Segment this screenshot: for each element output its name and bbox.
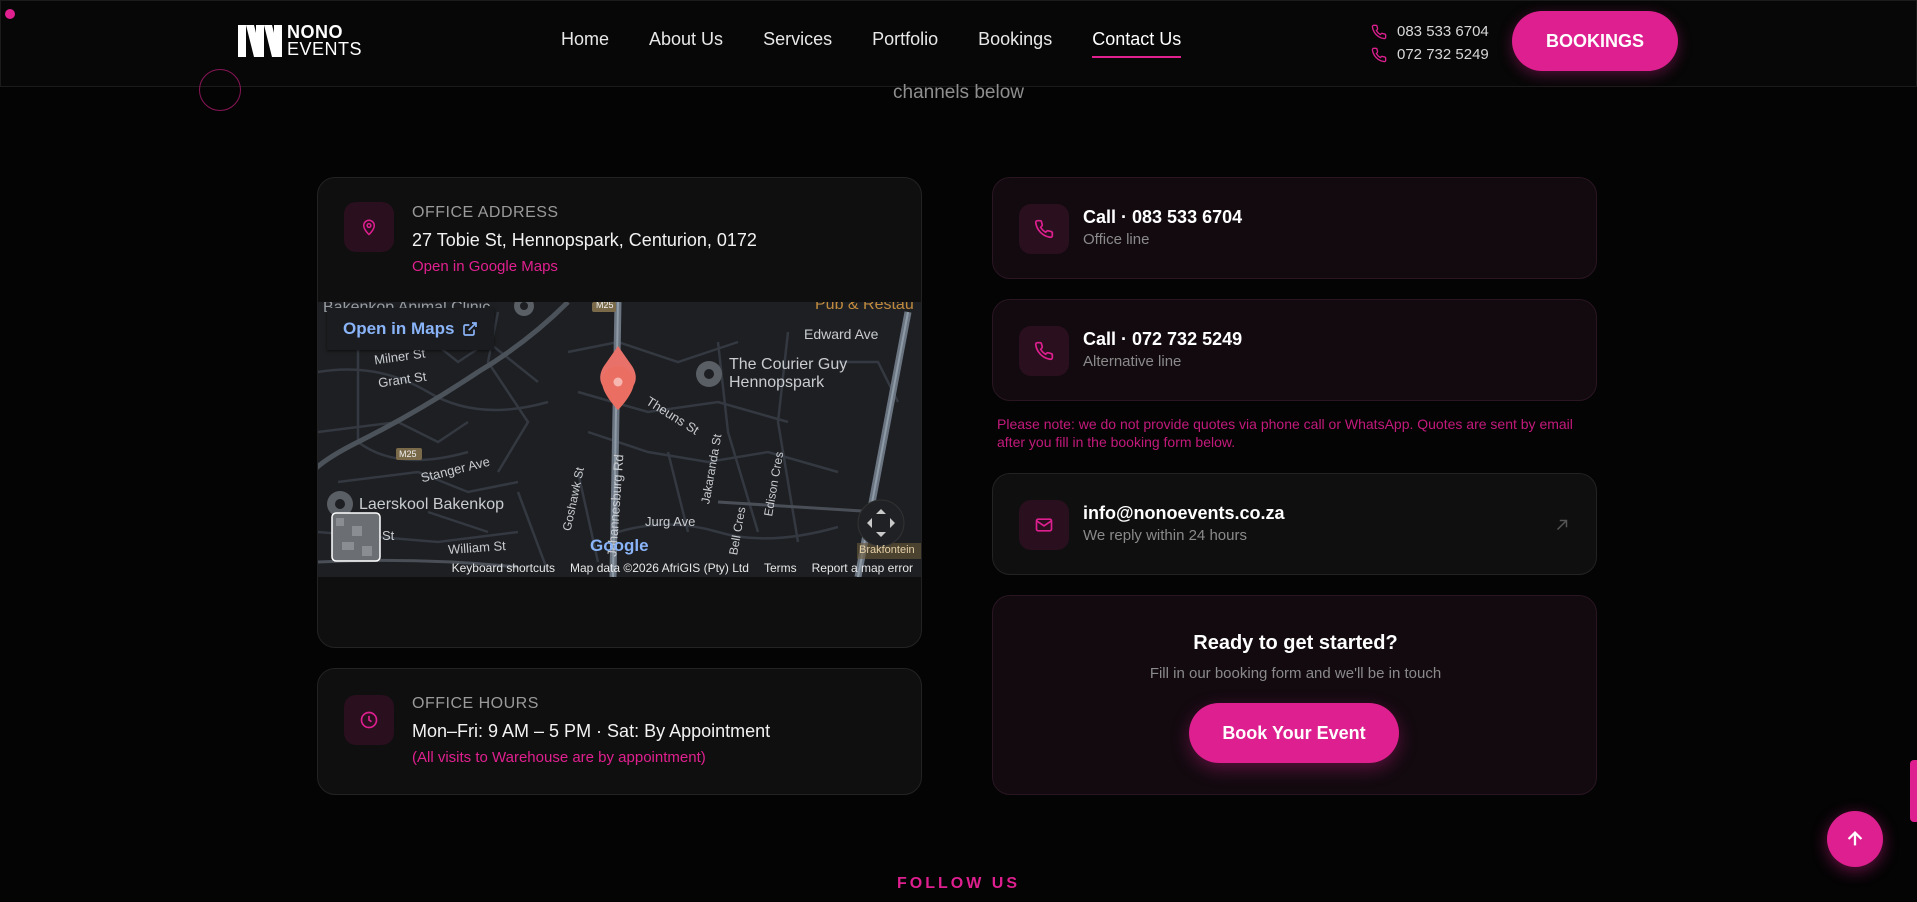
- call-card-office-title: Call · 083 533 6704: [1083, 207, 1243, 227]
- get-started-sub: Fill in our booking form and we'll be in…: [1149, 665, 1442, 682]
- open-in-maps-label: Open in Maps: [343, 319, 455, 338]
- call-card-office[interactable]: Call · 083 533 6704 Office line: [992, 177, 1597, 279]
- phone-icon: [1371, 24, 1387, 39]
- site-logo[interactable]: NONO EVENTS: [237, 21, 367, 61]
- header-phone-1[interactable]: 083 533 6704: [1371, 20, 1489, 43]
- map-label-m25-left: M25: [399, 449, 417, 459]
- header-phone-2-text: 072 732 5249: [1397, 46, 1489, 63]
- office-hours-value: Mon–Fri: 9 AM – 5 PM · Sat: By Appointme…: [412, 721, 771, 741]
- main-nav: Home About Us Services Portfolio Booking…: [561, 29, 1182, 58]
- call-card-alternative[interactable]: Call · 072 732 5249 Alternative line: [992, 299, 1597, 401]
- cursor-dot: [5, 9, 15, 19]
- header-bookings-button[interactable]: BOOKINGS: [1512, 11, 1678, 71]
- quote-notice: Please note: we do not provide quotes vi…: [997, 416, 1573, 450]
- email-card-sub: We reply within 24 hours: [1083, 527, 1247, 544]
- map-report-error-link[interactable]: Report a map error: [812, 561, 913, 575]
- open-in-maps-button[interactable]: Open in Maps: [327, 308, 495, 350]
- clock-icon: [360, 711, 378, 729]
- header-phone-1-text: 083 533 6704: [1397, 23, 1489, 40]
- site-header: NONO EVENTS Home About Us Services Portf…: [0, 0, 1917, 87]
- map-label-brakfontein: Brakfontein: [859, 544, 915, 556]
- map-label-pub: Pub & Restau: [815, 302, 914, 313]
- external-link-icon: [463, 322, 478, 336]
- map-label-courier-2: Hennopspark: [729, 374, 825, 391]
- phone-icon: [1034, 341, 1054, 361]
- map-terms-link[interactable]: Terms: [764, 561, 797, 575]
- mail-icon: [1035, 518, 1053, 532]
- call-icon-box: [1019, 326, 1069, 376]
- office-address-value: 27 Tobie St, Hennopspark, Centurion, 017…: [412, 230, 757, 250]
- call-icon-box: [1019, 204, 1069, 254]
- header-phone-2[interactable]: 072 732 5249: [1371, 43, 1489, 66]
- office-hours-note: (All visits to Warehouse are by appointm…: [412, 749, 706, 766]
- map-label-m25-top: M25: [596, 302, 614, 310]
- logo-mark-icon: [238, 25, 282, 57]
- office-hours-card: OFFICE HOURS Mon–Fri: 9 AM – 5 PM · Sat:…: [317, 668, 922, 795]
- call-card-office-sub: Office line: [1083, 231, 1150, 248]
- nav-contact-us[interactable]: Contact Us: [1092, 29, 1182, 58]
- map-data-credit: Map data ©2026 AfriGIS (Pty) Ltd: [570, 561, 749, 575]
- arrow-up-right-icon: [1556, 519, 1568, 531]
- nav-bookings[interactable]: Bookings: [978, 29, 1052, 58]
- map-label-jurg: Jurg Ave: [645, 514, 696, 529]
- map-label-courier-1: The Courier Guy: [729, 356, 848, 373]
- map-label-laerskool: Laerskool Bakenkop: [359, 496, 504, 513]
- nav-services[interactable]: Services: [763, 29, 832, 58]
- map-label-st: St: [382, 528, 395, 543]
- nav-about-us[interactable]: About Us: [649, 29, 723, 58]
- map-keyboard-shortcuts[interactable]: Keyboard shortcuts: [452, 561, 555, 575]
- hours-icon-box: [344, 695, 394, 745]
- book-your-event-button[interactable]: Book Your Event: [1189, 703, 1399, 763]
- map-google-logo: Google: [590, 536, 649, 555]
- map-pin-icon: [362, 219, 376, 236]
- email-card-title: info@nonoevents.co.za: [1083, 503, 1285, 523]
- office-hours-label: OFFICE HOURS: [412, 695, 539, 712]
- embedded-map[interactable]: Bakenkop Animal Clinic Pub & Restau Edwa…: [318, 302, 921, 577]
- get-started-card: Ready to get started? Fill in our bookin…: [992, 595, 1597, 795]
- header-phones: 083 533 6704 072 732 5249: [1371, 20, 1489, 66]
- scroll-to-top-button[interactable]: [1827, 811, 1883, 867]
- phone-icon: [1034, 219, 1054, 239]
- follow-us-heading: FOLLOW US: [897, 875, 1020, 892]
- call-card-alternative-sub: Alternative line: [1083, 353, 1182, 370]
- address-icon-box: [344, 202, 394, 252]
- logo-line2: EVENTS: [287, 39, 363, 59]
- phone-icon: [1371, 47, 1387, 62]
- email-card[interactable]: info@nonoevents.co.za We reply within 24…: [992, 473, 1597, 575]
- arrow-up-icon: [1847, 830, 1863, 846]
- map-label-edward: Edward Ave: [804, 326, 879, 342]
- zoom-control[interactable]: [857, 499, 905, 547]
- get-started-title: Ready to get started?: [1193, 632, 1398, 654]
- intro-subtitle: channels below: [893, 82, 1024, 103]
- call-card-alternative-title: Call · 072 732 5249: [1083, 329, 1243, 349]
- open-google-maps-link[interactable]: Open in Google Maps: [412, 258, 558, 275]
- logo-text: NONO EVENTS: [287, 23, 363, 59]
- email-icon-box: [1019, 500, 1069, 550]
- nav-home[interactable]: Home: [561, 29, 609, 58]
- side-tab[interactable]: [1910, 760, 1917, 822]
- map-footer: Keyboard shortcuts Map data ©2026 AfriGI…: [318, 559, 921, 577]
- office-address-label: OFFICE ADDRESS: [412, 204, 559, 221]
- nav-portfolio[interactable]: Portfolio: [872, 29, 938, 58]
